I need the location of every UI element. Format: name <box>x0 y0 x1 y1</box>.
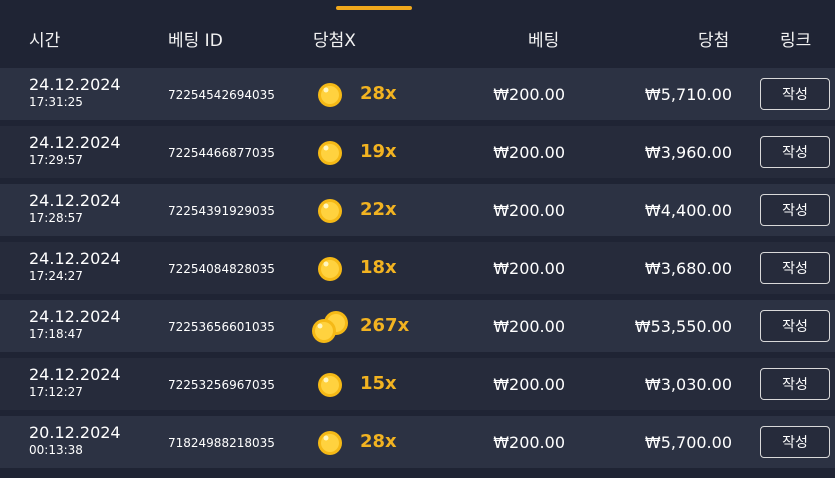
row-bet: ₩200.00 <box>493 375 565 394</box>
row-time: 00:13:38 <box>29 443 83 457</box>
row-win: ₩5,710.00 <box>644 85 732 104</box>
write-button[interactable]: 작성 <box>760 252 830 284</box>
row-bet-id: 71824988218035 <box>168 436 275 450</box>
footer-strip <box>0 478 835 485</box>
row-bet-id: 72253256967035 <box>168 378 275 392</box>
row-bet-id: 72254391929035 <box>168 204 275 218</box>
row-date: 24.12.2024 <box>29 75 121 94</box>
row-date: 24.12.2024 <box>29 307 121 326</box>
table-row: 24.12.2024 17:29:57 72254466877035 19x ₩… <box>0 126 835 178</box>
row-bet-id: 72254084828035 <box>168 262 275 276</box>
row-win: ₩3,030.00 <box>644 375 732 394</box>
table-row: 24.12.2024 17:18:47 72253656601035 267x … <box>0 300 835 352</box>
write-button[interactable]: 작성 <box>760 194 830 226</box>
coin-icon <box>318 257 342 281</box>
row-bet-id: 72253656601035 <box>168 320 275 334</box>
write-button[interactable]: 작성 <box>760 426 830 458</box>
row-win: ₩5,700.00 <box>644 433 732 452</box>
row-bet-id: 72254466877035 <box>168 146 275 160</box>
row-bet-id: 72254542694035 <box>168 88 275 102</box>
row-date: 24.12.2024 <box>29 133 121 152</box>
coin-icon <box>318 141 342 165</box>
coin-icon <box>318 83 342 107</box>
header-bet: 베팅 <box>528 31 560 51</box>
write-button[interactable]: 작성 <box>760 136 830 168</box>
row-time: 17:28:57 <box>29 211 83 225</box>
row-bet: ₩200.00 <box>493 317 565 336</box>
row-time: 17:24:27 <box>29 269 83 283</box>
header-multiplier: 당첨X <box>313 31 356 51</box>
header-win: 당첨 <box>698 31 730 51</box>
row-multiplier: 28x <box>360 431 397 452</box>
table-row: 24.12.2024 17:12:27 72253256967035 15x ₩… <box>0 358 835 410</box>
row-bet: ₩200.00 <box>493 259 565 278</box>
row-bet: ₩200.00 <box>493 143 565 162</box>
table-row: 24.12.2024 17:31:25 72254542694035 28x ₩… <box>0 68 835 120</box>
row-multiplier: 18x <box>360 257 397 278</box>
write-button[interactable]: 작성 <box>760 368 830 400</box>
write-button[interactable]: 작성 <box>760 310 830 342</box>
row-time: 17:18:47 <box>29 327 83 341</box>
row-date: 24.12.2024 <box>29 249 121 268</box>
row-win: ₩4,400.00 <box>644 201 732 220</box>
header-link: 링크 <box>780 31 812 51</box>
coin-icon <box>318 373 342 397</box>
table-row: 24.12.2024 17:24:27 72254084828035 18x ₩… <box>0 242 835 294</box>
coin-icon <box>318 431 342 455</box>
row-bet: ₩200.00 <box>493 433 565 452</box>
row-bet: ₩200.00 <box>493 201 565 220</box>
row-multiplier: 22x <box>360 199 397 220</box>
row-time: 17:31:25 <box>29 95 83 109</box>
table-header: 시간 베팅 ID 당첨X 베팅 당첨 링크 <box>0 10 835 60</box>
coin-icon <box>318 199 342 223</box>
row-time: 17:29:57 <box>29 153 83 167</box>
row-time: 17:12:27 <box>29 385 83 399</box>
row-win: ₩3,680.00 <box>644 259 732 278</box>
coins-stack-icon <box>312 311 348 343</box>
table-row: 20.12.2024 00:13:38 71824988218035 28x ₩… <box>0 416 835 468</box>
row-multiplier: 19x <box>360 141 397 162</box>
table-row: 24.12.2024 17:28:57 72254391929035 22x ₩… <box>0 184 835 236</box>
row-multiplier: 28x <box>360 83 397 104</box>
header-time: 시간 <box>29 31 61 51</box>
row-date: 24.12.2024 <box>29 191 121 210</box>
row-date: 20.12.2024 <box>29 423 121 442</box>
row-multiplier: 15x <box>360 373 397 394</box>
row-win: ₩53,550.00 <box>634 317 732 336</box>
row-date: 24.12.2024 <box>29 365 121 384</box>
header-bet-id: 베팅 ID <box>168 31 223 51</box>
write-button[interactable]: 작성 <box>760 78 830 110</box>
row-win: ₩3,960.00 <box>644 143 732 162</box>
row-bet: ₩200.00 <box>493 85 565 104</box>
row-multiplier: 267x <box>360 315 410 336</box>
